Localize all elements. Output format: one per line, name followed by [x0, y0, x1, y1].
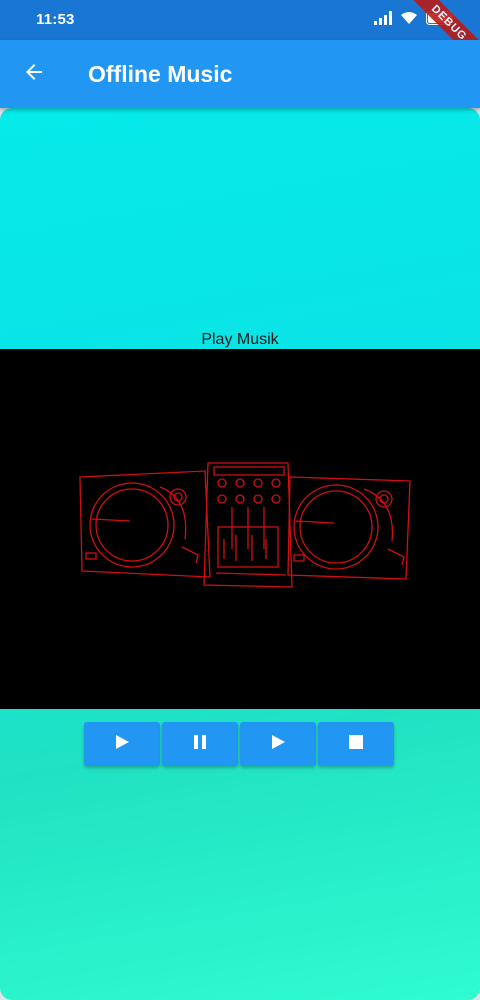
signal-icon: [374, 10, 392, 30]
player-controls: [84, 722, 394, 766]
wifi-icon: [400, 11, 418, 30]
stop-icon: [347, 733, 365, 756]
play-label: Play Musik: [201, 331, 279, 348]
pause-button[interactable]: [162, 722, 238, 766]
play-button[interactable]: [84, 722, 160, 766]
pause-icon: [191, 733, 209, 756]
status-bar: 11:53 DEBUG: [0, 0, 480, 76]
play-icon: [113, 733, 131, 756]
status-time: 11:53: [36, 11, 75, 28]
app-title: Offline Music: [88, 61, 233, 87]
video-player[interactable]: [0, 349, 480, 709]
play-icon: [269, 733, 287, 756]
back-button[interactable]: [16, 56, 52, 92]
dj-turntables-image: [79, 462, 411, 588]
app-bar: Offline Music: [0, 40, 480, 108]
music-card: Play Musik: [0, 108, 480, 1000]
stop-button[interactable]: [318, 722, 394, 766]
arrow-back-icon: [22, 60, 46, 89]
resume-button[interactable]: [240, 722, 316, 766]
